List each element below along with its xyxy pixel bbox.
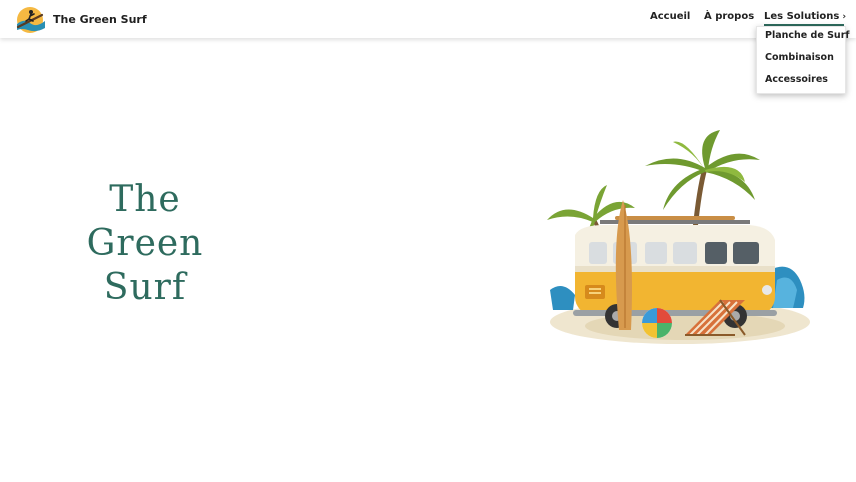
hero-title-line: Green bbox=[86, 223, 204, 264]
dropdown-item-planche-de-surf[interactable]: Planche de Surf bbox=[765, 30, 850, 41]
surfer-logo-icon[interactable] bbox=[14, 6, 48, 34]
nav-a-propos[interactable]: À propos bbox=[704, 11, 754, 22]
brand-name[interactable]: The Green Surf bbox=[53, 13, 147, 26]
nav-les-solutions-label: Les Solutions bbox=[764, 11, 840, 22]
dropdown-item-combinaison[interactable]: Combinaison bbox=[765, 52, 834, 63]
dropdown-item-accessoires[interactable]: Accessoires bbox=[765, 74, 828, 85]
chevron-right-icon: › bbox=[842, 12, 847, 22]
hero-title-line: The bbox=[109, 179, 181, 220]
surf-van-beach-illustration bbox=[545, 130, 811, 352]
top-navigation-bar: The Green Surf Accueil À propos Les Solu… bbox=[0, 0, 856, 38]
nav-accueil[interactable]: Accueil bbox=[650, 11, 690, 22]
hero-title: The Green Surf bbox=[60, 178, 230, 310]
nav-les-solutions[interactable]: Les Solutions › bbox=[764, 11, 846, 22]
hero-title-line: Surf bbox=[103, 267, 187, 308]
solutions-dropdown-menu: Planche de Surf Combinaison Accessoires bbox=[756, 26, 850, 94]
